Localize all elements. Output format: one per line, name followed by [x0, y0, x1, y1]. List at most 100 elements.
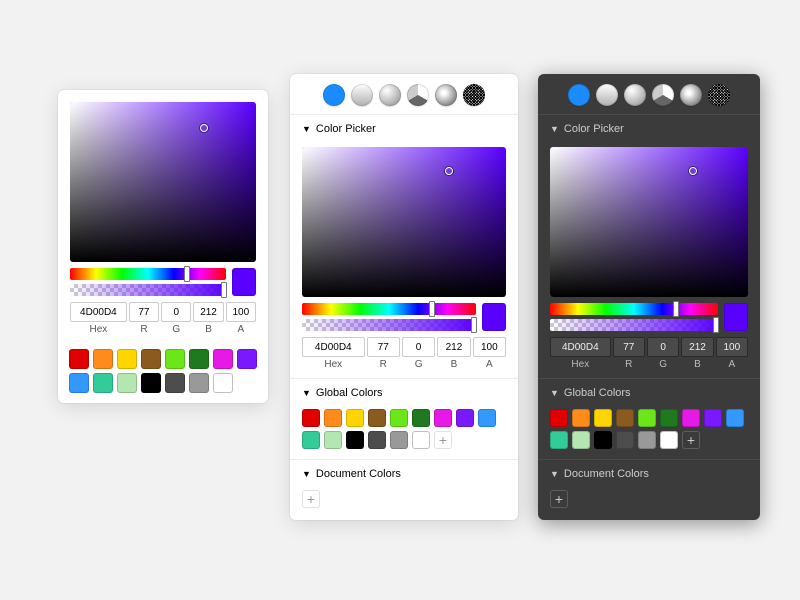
hex-input[interactable] — [302, 337, 365, 357]
color-swatch[interactable] — [117, 373, 137, 393]
fill-type-noise-icon[interactable] — [463, 84, 485, 106]
color-swatch[interactable] — [69, 373, 89, 393]
color-swatch[interactable] — [616, 431, 634, 449]
saturation-brightness-field[interactable] — [302, 147, 506, 297]
hue-thumb-icon[interactable] — [429, 301, 435, 317]
fill-type-radial-icon[interactable] — [624, 84, 646, 106]
add-document-color-button[interactable]: + — [550, 490, 568, 508]
a-input[interactable] — [226, 302, 256, 322]
color-swatch[interactable] — [93, 349, 113, 369]
fill-type-image-icon[interactable] — [435, 84, 457, 106]
color-swatch[interactable] — [368, 409, 386, 427]
color-swatch[interactable] — [346, 431, 364, 449]
color-swatch[interactable] — [434, 409, 452, 427]
g-input[interactable] — [647, 337, 679, 357]
r-input[interactable] — [367, 337, 400, 357]
color-swatch[interactable] — [478, 409, 496, 427]
color-swatch[interactable] — [594, 431, 612, 449]
color-swatch[interactable] — [412, 431, 430, 449]
color-swatch[interactable] — [324, 409, 342, 427]
hue-slider[interactable] — [550, 303, 718, 315]
a-input[interactable] — [473, 337, 506, 357]
alpha-slider[interactable] — [550, 319, 718, 331]
saturation-brightness-field[interactable] — [550, 147, 748, 297]
color-swatch[interactable] — [141, 373, 161, 393]
color-swatch[interactable] — [93, 373, 113, 393]
color-swatch[interactable] — [682, 409, 700, 427]
color-swatch[interactable] — [660, 409, 678, 427]
color-swatch[interactable] — [302, 431, 320, 449]
fill-type-image-icon[interactable] — [680, 84, 702, 106]
color-swatch[interactable] — [346, 409, 364, 427]
color-swatch[interactable] — [704, 409, 722, 427]
sb-cursor-icon[interactable] — [200, 124, 208, 132]
color-swatch[interactable] — [550, 431, 568, 449]
color-swatch[interactable] — [456, 409, 474, 427]
color-swatch[interactable] — [324, 431, 342, 449]
saturation-brightness-field[interactable] — [70, 102, 256, 262]
section-header-document[interactable]: ▼ Document Colors — [538, 460, 760, 484]
alpha-thumb-icon[interactable] — [713, 317, 719, 333]
color-swatch[interactable] — [726, 409, 744, 427]
color-swatch[interactable] — [572, 409, 590, 427]
section-header-global[interactable]: ▼ Global Colors — [290, 379, 518, 403]
color-swatch[interactable] — [237, 349, 257, 369]
b-input[interactable] — [193, 302, 223, 322]
hue-slider[interactable] — [70, 268, 226, 280]
color-swatch[interactable] — [390, 409, 408, 427]
add-swatch-button[interactable]: + — [434, 431, 452, 449]
color-swatch[interactable] — [165, 349, 185, 369]
sb-cursor-icon[interactable] — [689, 167, 697, 175]
r-input[interactable] — [613, 337, 645, 357]
color-swatch[interactable] — [213, 349, 233, 369]
color-swatch[interactable] — [189, 373, 209, 393]
sb-cursor-icon[interactable] — [445, 167, 453, 175]
hue-thumb-icon[interactable] — [184, 266, 190, 282]
section-header-picker[interactable]: ▼ Color Picker — [290, 115, 518, 139]
section-header-picker[interactable]: ▼ Color Picker — [538, 115, 760, 139]
color-swatch[interactable] — [412, 409, 430, 427]
fill-type-angular-icon[interactable] — [652, 84, 674, 106]
alpha-thumb-icon[interactable] — [471, 317, 477, 333]
color-swatch[interactable] — [550, 409, 568, 427]
color-swatch[interactable] — [69, 349, 89, 369]
section-header-document[interactable]: ▼ Document Colors — [290, 460, 518, 484]
fill-type-linear-icon[interactable] — [596, 84, 618, 106]
section-header-global[interactable]: ▼ Global Colors — [538, 379, 760, 403]
color-swatch[interactable] — [390, 431, 408, 449]
fill-type-noise-icon[interactable] — [708, 84, 730, 106]
g-input[interactable] — [402, 337, 435, 357]
hue-thumb-icon[interactable] — [673, 301, 679, 317]
hex-input[interactable] — [550, 337, 611, 357]
color-swatch[interactable] — [213, 373, 233, 393]
color-swatch[interactable] — [368, 431, 386, 449]
g-input[interactable] — [161, 302, 191, 322]
color-swatch[interactable] — [302, 409, 320, 427]
color-swatch[interactable] — [638, 431, 656, 449]
color-swatch[interactable] — [638, 409, 656, 427]
color-swatch[interactable] — [616, 409, 634, 427]
alpha-thumb-icon[interactable] — [221, 282, 227, 298]
fill-type-solid-icon[interactable] — [323, 84, 345, 106]
fill-type-radial-icon[interactable] — [379, 84, 401, 106]
hue-slider[interactable] — [302, 303, 476, 315]
color-swatch[interactable] — [660, 431, 678, 449]
fill-type-linear-icon[interactable] — [351, 84, 373, 106]
color-swatch[interactable] — [572, 431, 590, 449]
add-swatch-button[interactable]: + — [682, 431, 700, 449]
color-swatch[interactable] — [594, 409, 612, 427]
fill-type-solid-icon[interactable] — [568, 84, 590, 106]
r-input[interactable] — [129, 302, 159, 322]
add-document-color-button[interactable]: + — [302, 490, 320, 508]
a-input[interactable] — [716, 337, 748, 357]
b-input[interactable] — [681, 337, 713, 357]
color-swatch[interactable] — [141, 349, 161, 369]
color-swatch[interactable] — [117, 349, 137, 369]
alpha-slider[interactable] — [302, 319, 476, 331]
color-swatch[interactable] — [189, 349, 209, 369]
b-input[interactable] — [437, 337, 470, 357]
alpha-slider[interactable] — [70, 284, 226, 296]
hex-input[interactable] — [70, 302, 127, 322]
color-swatch[interactable] — [165, 373, 185, 393]
fill-type-angular-icon[interactable] — [407, 84, 429, 106]
